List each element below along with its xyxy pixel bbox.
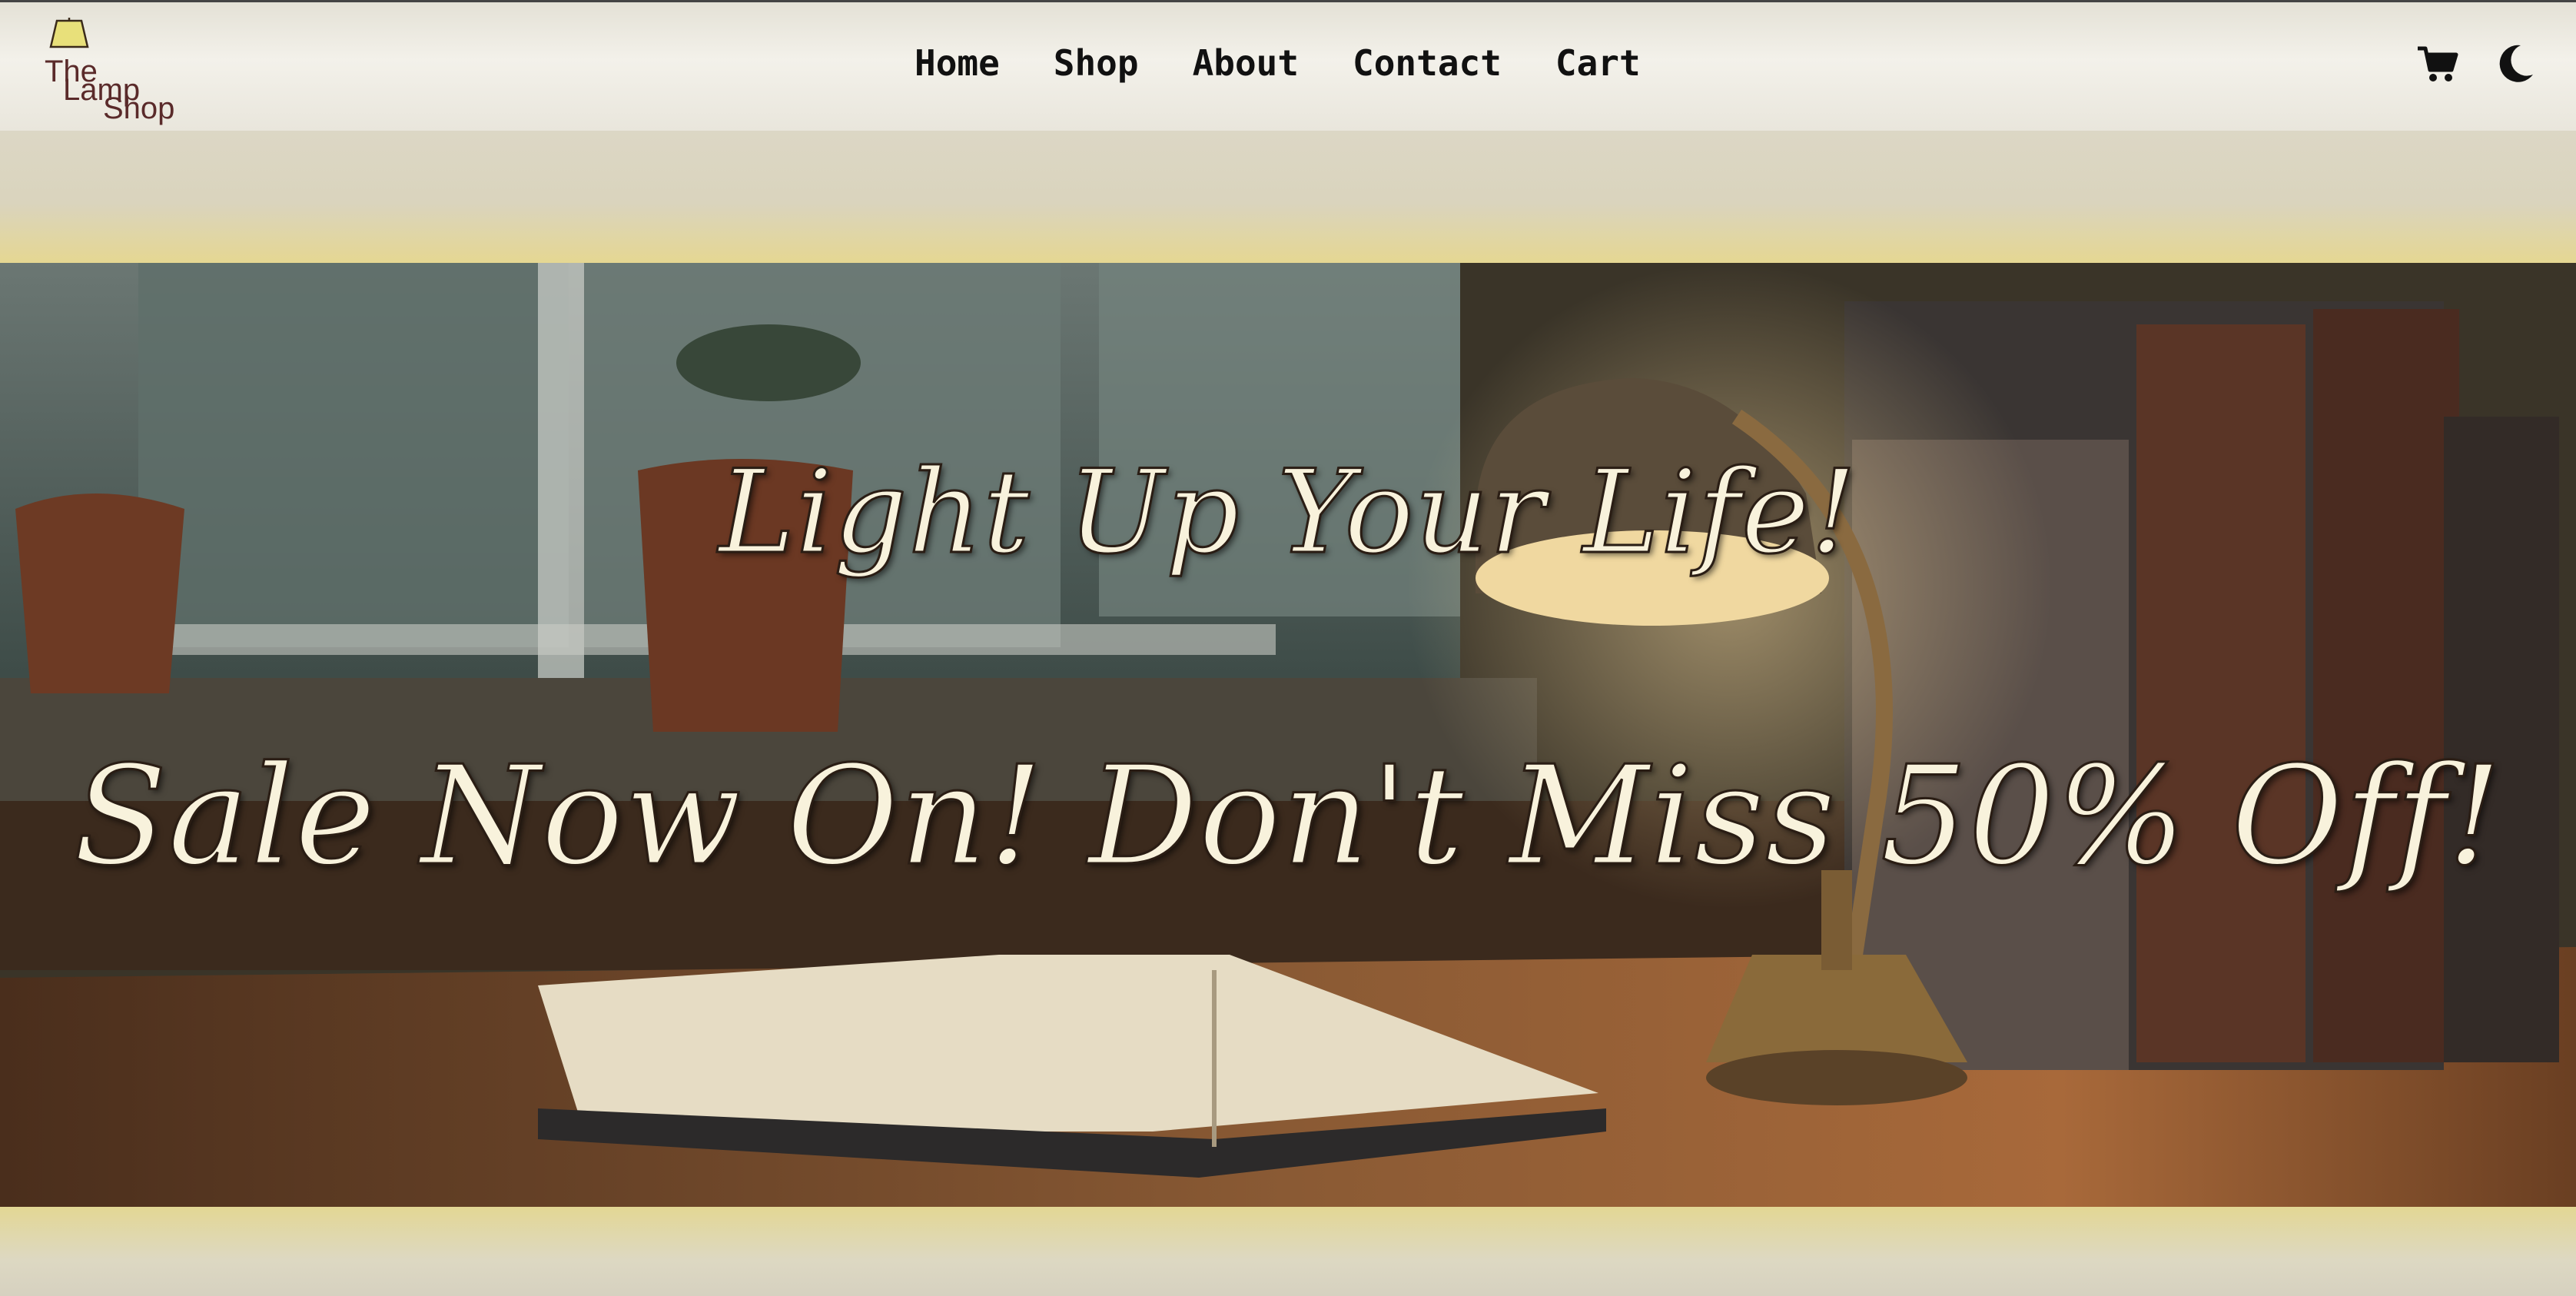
nav-actions <box>2415 41 2538 87</box>
nav-link-contact[interactable]: Contact <box>1353 42 1502 84</box>
banner-bottom-band <box>0 1207 2576 1296</box>
main-nav: Home Shop About Contact Cart <box>915 42 1695 84</box>
moon-icon[interactable] <box>2491 41 2538 87</box>
hero-banner: Light Up Your Life! Sale Now On! Don't M… <box>0 263 2576 1207</box>
logo-text-shop: Shop <box>103 91 175 125</box>
site-logo[interactable]: The Lamp Shop <box>40 13 186 125</box>
nav-link-home[interactable]: Home <box>915 42 1000 84</box>
banner-top-band <box>0 131 2576 263</box>
nav-link-shop[interactable]: Shop <box>1054 42 1139 84</box>
nav-link-about[interactable]: About <box>1193 42 1299 84</box>
hero-headline: Light Up Your Life! <box>718 445 1858 581</box>
top-navbar: The Lamp Shop Home Shop About Contact Ca… <box>0 0 2576 131</box>
cart-icon[interactable] <box>2415 41 2461 87</box>
hero-subheadline: Sale Now On! Don't Miss 50% Off! <box>72 736 2503 897</box>
hero-background-illustration <box>0 263 2576 1207</box>
nav-link-cart[interactable]: Cart <box>1555 42 1641 84</box>
